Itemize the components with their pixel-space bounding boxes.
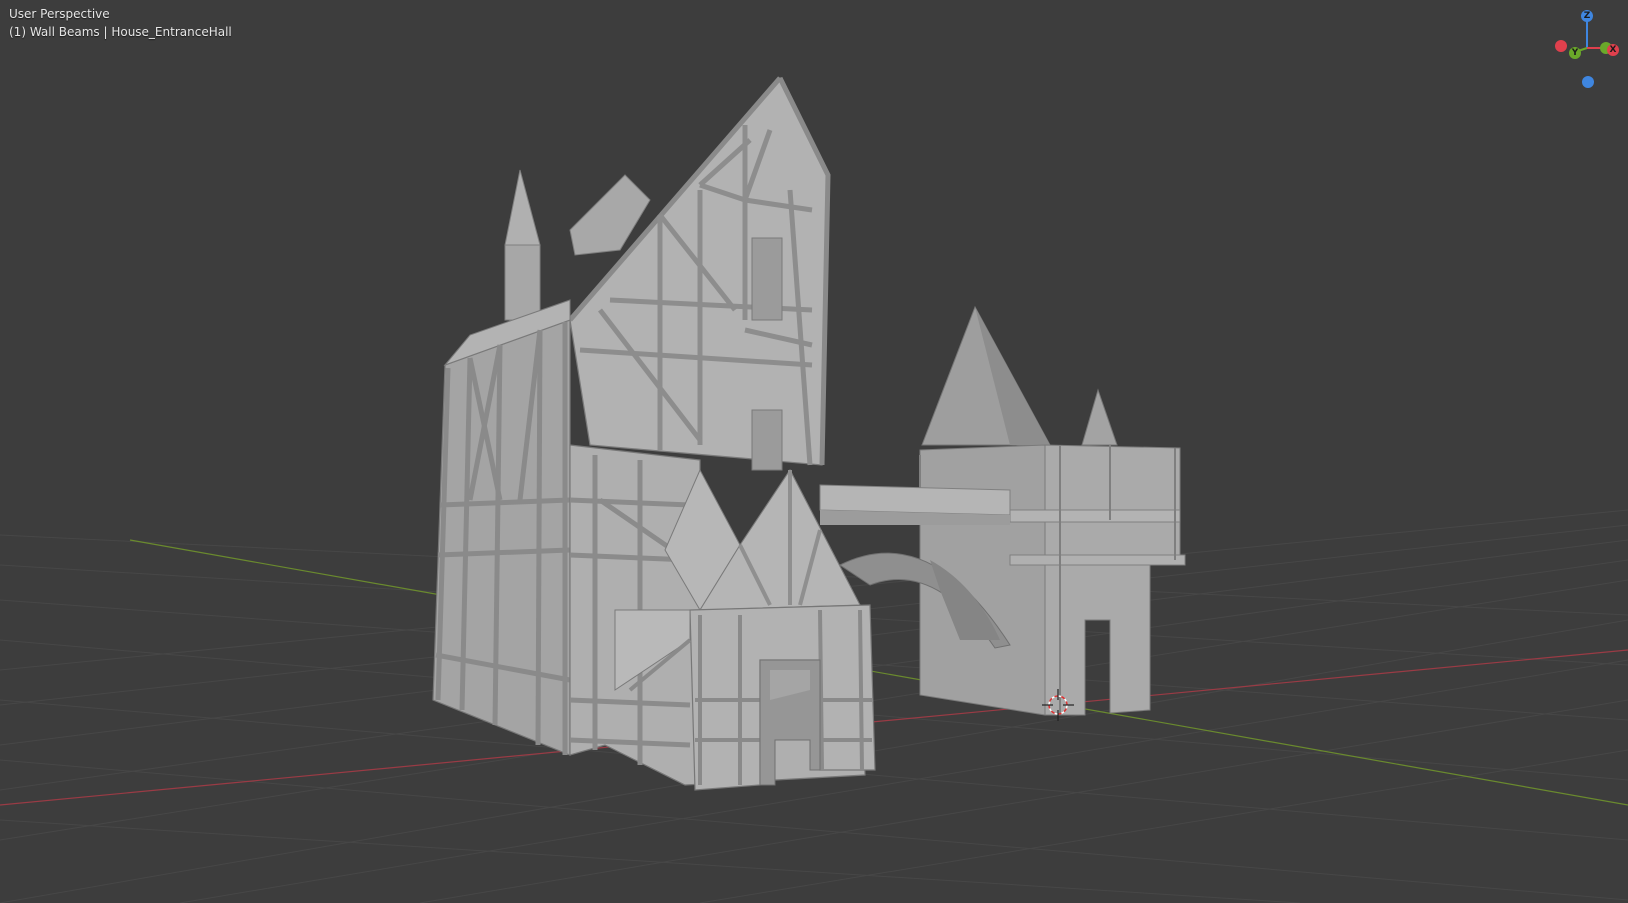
view-name: User Perspective (9, 7, 110, 21)
gizmo-y-label: Y (1571, 48, 1579, 58)
viewport-scene[interactable] (0, 0, 1628, 903)
gizmo-x-negative[interactable] (1555, 40, 1567, 52)
3d-viewport[interactable]: User Perspective (1) Wall Beams | House_… (0, 0, 1628, 903)
navigation-gizmo[interactable]: Z Y X (1542, 4, 1626, 94)
object-info: (1) Wall Beams | House_EntranceHall (9, 25, 232, 39)
gizmo-y-axis[interactable]: Y (1569, 47, 1581, 59)
gizmo-x-label: X (1609, 45, 1617, 55)
gizmo-z-axis[interactable]: Z (1581, 10, 1593, 22)
gizmo-x-axis[interactable]: X (1607, 44, 1619, 56)
house-model[interactable] (432, 76, 876, 791)
gizmo-z-label: Z (1583, 11, 1591, 21)
viewport-info-overlay: User Perspective (1) Wall Beams | House_… (9, 5, 232, 41)
gizmo-z-negative[interactable] (1582, 76, 1594, 88)
gatehouse-model[interactable] (819, 305, 1186, 716)
